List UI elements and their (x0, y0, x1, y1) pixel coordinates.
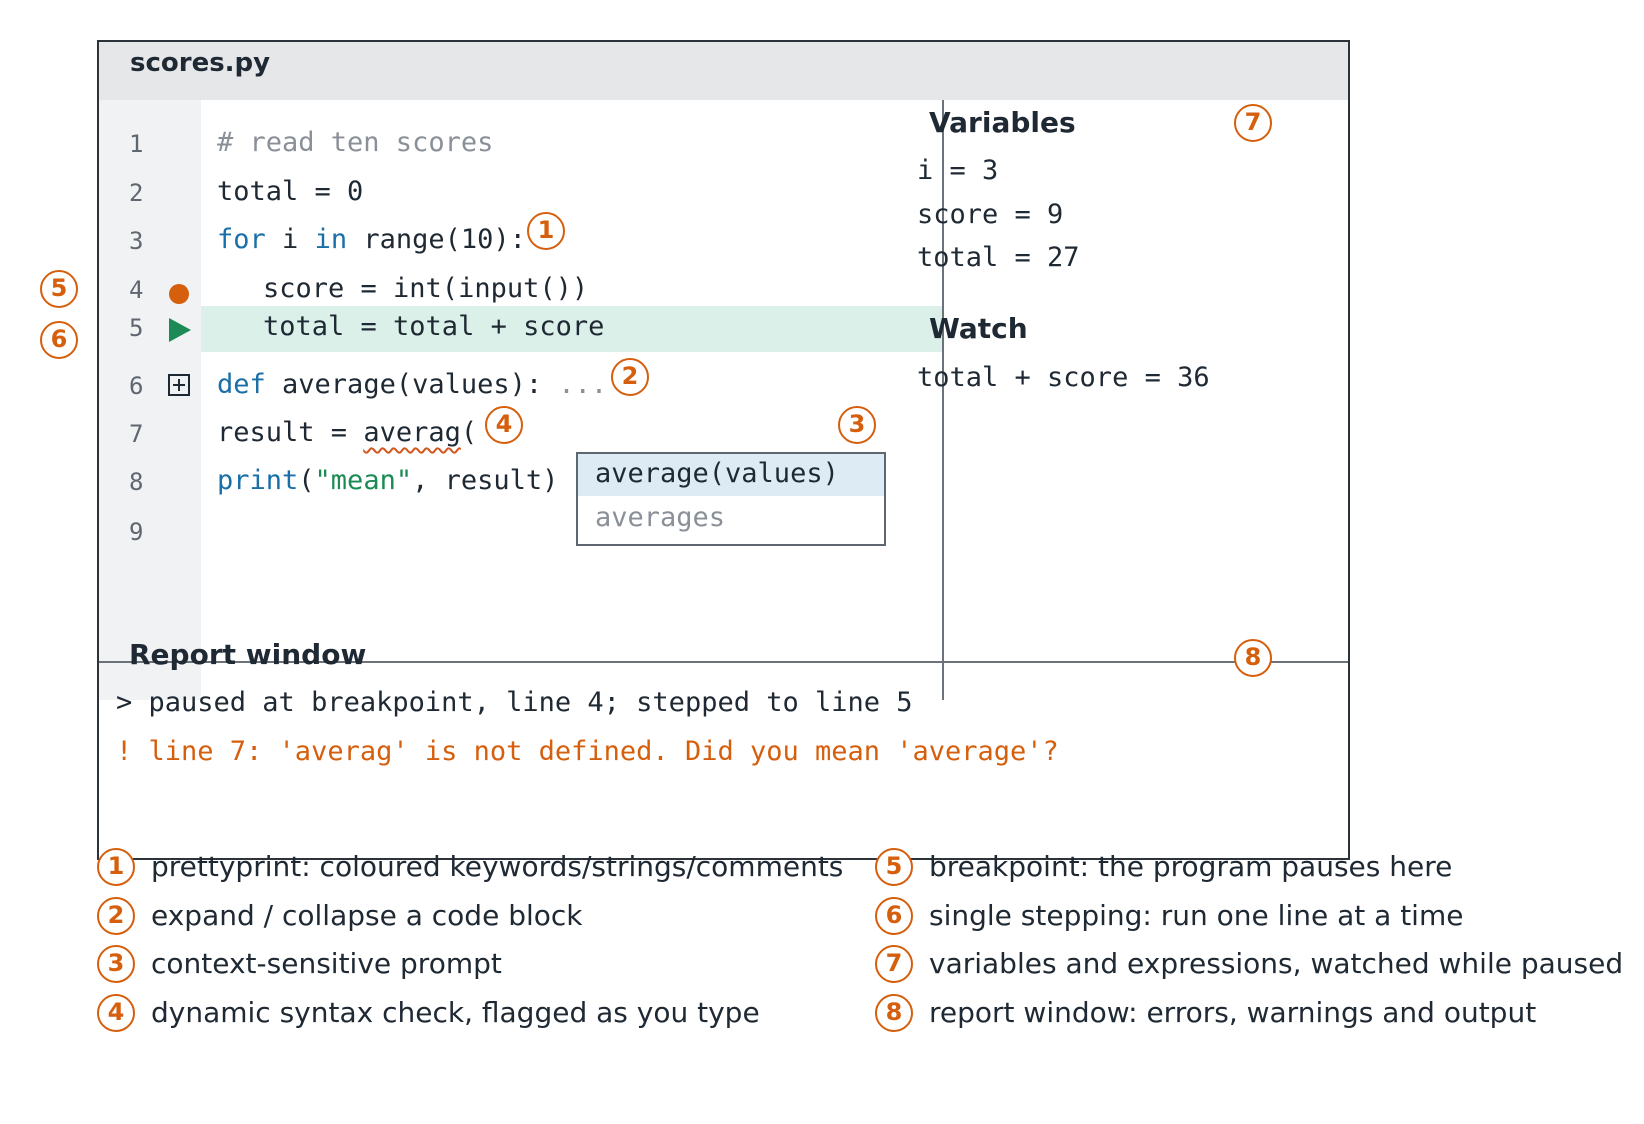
code-line-2[interactable]: 2 total = 0 (99, 169, 942, 219)
legend-text: single stepping: run one line at a time (929, 899, 1464, 932)
file-title: scores.py (130, 48, 271, 78)
code-line-1[interactable]: 1 # read ten scores (99, 120, 942, 170)
legend-badge: 5 (875, 848, 913, 886)
breakpoint-icon[interactable] (169, 284, 189, 304)
legend-badge: 8 (875, 994, 913, 1032)
expand-icon[interactable] (168, 374, 190, 396)
collapsed-ellipsis[interactable]: ... (558, 369, 607, 400)
code-text: total = 0 (217, 176, 364, 207)
badge-1-prettyprint: 1 (527, 212, 565, 250)
keyword-def: def (217, 369, 266, 400)
code-fragment: ( (460, 417, 478, 448)
code-text: result = averag( (217, 417, 477, 448)
legend-text: expand / collapse a code block (151, 899, 583, 932)
badge-4-syntax-check: 4 (485, 406, 523, 444)
legend-badge: 3 (97, 945, 135, 983)
title-bar: scores.py (99, 42, 1348, 100)
legend-text: report window: errors, warnings and outp… (929, 996, 1537, 1029)
badge-5-breakpoint: 5 (40, 270, 78, 308)
badge-3-prompt: 3 (838, 406, 876, 444)
badge-2-expand: 2 (611, 358, 649, 396)
line-number: 4 (129, 276, 144, 304)
legend-text: context-sensitive prompt (151, 947, 502, 980)
code-line-3[interactable]: 3 for i in range(10): (99, 217, 942, 267)
line-number: 9 (129, 518, 144, 546)
code-text: for i in range(10): (217, 224, 526, 255)
report-window-heading: Report window (129, 638, 367, 671)
code-text: print("mean", result) (217, 465, 558, 496)
legend-badge: 6 (875, 897, 913, 935)
code-line-6[interactable]: 6 def average(values): ... (99, 362, 942, 412)
legend-badge: 1 (97, 848, 135, 886)
legend-badge: 7 (875, 945, 913, 983)
badge-7-variables: 7 (1234, 104, 1272, 142)
code-comment: # read ten scores (217, 127, 494, 158)
code-fragment: ( (298, 465, 315, 496)
syntax-error-word[interactable]: averag (363, 417, 461, 448)
code-fragment: result = (217, 417, 364, 448)
keyword-print: print (217, 465, 299, 496)
legend-text: dynamic syntax check, flagged as you typ… (151, 996, 760, 1029)
autocomplete-option-label: average(values) (595, 458, 839, 489)
autocomplete-popup: average(values) averages (576, 452, 886, 546)
autocomplete-option[interactable]: averages (578, 498, 884, 540)
ide-window: scores.py 1 # read ten scores 2 total = … (97, 40, 1350, 860)
watch-heading: Watch (929, 312, 1028, 345)
autocomplete-option-label: averages (595, 502, 726, 533)
line-number: 5 (129, 314, 144, 342)
line-number: 8 (129, 468, 144, 496)
code-fragment: i (265, 224, 315, 255)
legend-badge: 4 (97, 994, 135, 1032)
variable-entry: score = 9 (917, 199, 1064, 230)
report-message: > paused at breakpoint, line 4; stepped … (116, 687, 913, 718)
panel-divider[interactable] (942, 100, 944, 700)
line-number: 7 (129, 420, 144, 448)
step-arrow-icon[interactable] (169, 318, 191, 342)
badge-6-stepping: 6 (40, 321, 78, 359)
code-fragment: , result) (412, 465, 559, 496)
autocomplete-option-selected[interactable]: average(values) (578, 454, 884, 496)
variable-entry: i = 3 (917, 155, 999, 186)
line-number: 6 (129, 372, 144, 400)
watch-entry: total + score = 36 (917, 362, 1210, 393)
keyword-for: for (217, 224, 266, 255)
keyword-in: in (314, 224, 348, 255)
legend-badge: 2 (97, 897, 135, 935)
code-line-5[interactable]: 5 total = total + score (99, 306, 942, 356)
badge-8-report: 8 (1234, 639, 1272, 677)
line-number: 2 (129, 179, 144, 207)
code-text: total = total + score (263, 311, 605, 342)
code-text: score = int(input()) (263, 273, 589, 304)
string-literal: "mean" (314, 465, 413, 496)
report-error: ! line 7: 'averag' is not defined. Did y… (116, 736, 1059, 767)
legend-text: variables and expressions, watched while… (929, 947, 1624, 980)
code-fragment: average(values): (265, 369, 559, 400)
legend-text: breakpoint: the program pauses here (929, 850, 1453, 883)
variables-heading: Variables (929, 106, 1076, 139)
line-number: 1 (129, 130, 144, 158)
code-fragment: range(10): (347, 224, 526, 255)
code-text: def average(values): ... (217, 369, 607, 400)
line-number: 3 (129, 227, 144, 255)
variable-entry: total = 27 (917, 242, 1080, 273)
legend-text: prettyprint: coloured keywords/strings/c… (151, 850, 844, 883)
